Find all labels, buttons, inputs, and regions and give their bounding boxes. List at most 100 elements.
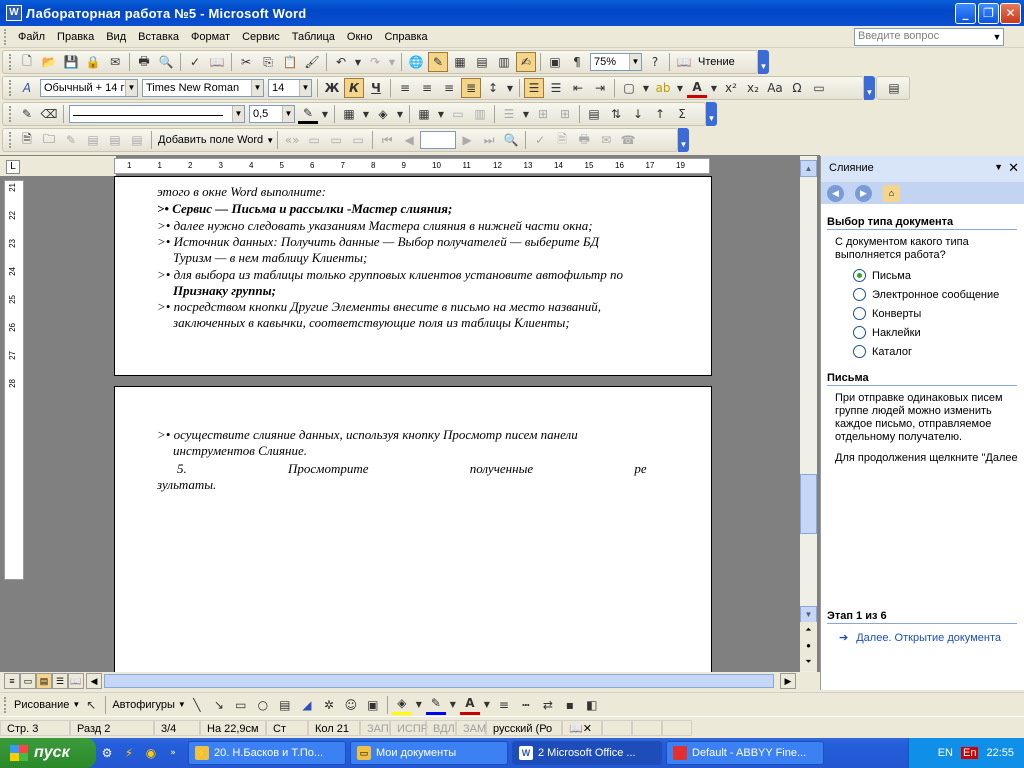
insert-table2-icon[interactable]: ▦ bbox=[414, 104, 434, 124]
align-cell-icon[interactable]: ☰ bbox=[499, 104, 519, 124]
align-center-icon[interactable]: ≡ bbox=[417, 78, 437, 98]
insert-greeting-icon[interactable]: ▤ bbox=[105, 130, 125, 150]
change-case-icon[interactable]: Aa bbox=[765, 78, 785, 98]
autosum-icon[interactable]: Σ bbox=[672, 104, 692, 124]
radio-dot[interactable] bbox=[853, 307, 866, 320]
superscript-icon[interactable]: x² bbox=[721, 78, 741, 98]
align-right-icon[interactable]: ≡ bbox=[439, 78, 459, 98]
shading-dropdown-icon[interactable]: ▼ bbox=[395, 104, 405, 124]
justify-icon[interactable]: ≣ bbox=[461, 78, 481, 98]
doc-line[interactable]: >• осуществите слияние данных, используя… bbox=[157, 427, 669, 443]
highlight-merge-fields-icon[interactable]: ▭ bbox=[304, 130, 324, 150]
doc-line[interactable]: Признаку группы; bbox=[173, 283, 276, 299]
browse-object-icon[interactable]: ● bbox=[800, 638, 817, 655]
style-select[interactable]: Обычный + 14 г ▼ bbox=[40, 79, 138, 97]
page-3[interactable]: этого в окне Word выполните: >• Сервис —… bbox=[114, 176, 712, 376]
line-icon[interactable]: ╲ bbox=[187, 695, 207, 715]
doc-line[interactable]: >• для выбора из таблицы только групповы… bbox=[157, 267, 623, 283]
autoshapes-button[interactable]: Автофигуры bbox=[109, 699, 178, 711]
line-weight-dropdown-icon[interactable]: ▼ bbox=[282, 106, 294, 122]
merge-new-doc-icon[interactable]: 🗎 bbox=[552, 130, 572, 150]
align-cell-dropdown-icon[interactable]: ▼ bbox=[521, 104, 531, 124]
font-dropdown-icon[interactable]: ▼ bbox=[251, 80, 263, 96]
symbol-icon[interactable]: Ω bbox=[787, 78, 807, 98]
radio-labels[interactable]: Наклейки bbox=[853, 326, 921, 339]
copy-icon[interactable]: ⎘ bbox=[258, 52, 278, 72]
insert-excel-icon[interactable]: ▤ bbox=[472, 52, 492, 72]
menu-table[interactable]: Таблица bbox=[286, 31, 341, 43]
next-step-label[interactable]: Далее. Открытие документа bbox=[856, 632, 1001, 645]
reading-icon[interactable]: 📖 bbox=[674, 52, 694, 72]
merge-printer-icon[interactable]: 🖶 bbox=[574, 130, 594, 150]
email-icon[interactable]: ✉ bbox=[105, 52, 125, 72]
print-view-icon[interactable]: ▤ bbox=[36, 673, 52, 689]
draw-menu-button[interactable]: Рисование bbox=[11, 699, 72, 711]
task-pane-menu-icon[interactable]: ▼ bbox=[994, 162, 1003, 172]
align-left-icon[interactable]: ≡ bbox=[395, 78, 415, 98]
help-icon[interactable]: ? bbox=[645, 52, 665, 72]
fill-color-dropdown-icon[interactable]: ▼ bbox=[414, 695, 424, 715]
first-record-icon[interactable]: ⏮ bbox=[377, 130, 397, 150]
vertical-scrollbar[interactable]: ▲ ▼ ⏶ ● ⏷ bbox=[800, 156, 817, 676]
status-rec[interactable]: ЗАП bbox=[360, 719, 390, 736]
doc-line[interactable]: этого в окне Word выполните: bbox=[157, 184, 326, 200]
redo-dropdown-icon[interactable]: ▼ bbox=[387, 52, 397, 72]
insert-table2-dropdown-icon[interactable]: ▼ bbox=[436, 104, 446, 124]
tab-selector-icon[interactable]: L bbox=[6, 160, 20, 174]
line-color-dropdown-icon[interactable]: ▼ bbox=[448, 695, 458, 715]
autoshapes-dropdown-icon[interactable]: ▼ bbox=[178, 700, 186, 709]
next-step-link[interactable]: ➔ Далее. Открытие документа bbox=[839, 632, 1024, 645]
hscroll-left-icon[interactable]: ◀ bbox=[86, 673, 102, 689]
menu-window[interactable]: Окно bbox=[341, 31, 379, 43]
status-ext[interactable]: ВДЛ bbox=[426, 719, 456, 736]
back-icon[interactable]: ◀ bbox=[827, 185, 844, 202]
radio-email[interactable]: Электронное сообщение bbox=[853, 288, 999, 301]
toolbar-options-icon[interactable]: ▼ bbox=[758, 50, 769, 74]
radio-letters[interactable]: Письма bbox=[853, 269, 911, 282]
view-merged-data-icon[interactable]: «» bbox=[282, 130, 302, 150]
dash-style-icon[interactable]: ┅ bbox=[516, 695, 536, 715]
status-ovr[interactable]: ЗАМ bbox=[456, 719, 486, 736]
open-data-source-icon[interactable]: 🗀 bbox=[39, 130, 59, 150]
styles-icon[interactable]: A bbox=[17, 78, 37, 98]
draw-font-color-dropdown-icon[interactable]: ▼ bbox=[482, 695, 492, 715]
draw-table-icon[interactable]: ✎ bbox=[17, 104, 37, 124]
undo-dropdown-icon[interactable]: ▼ bbox=[353, 52, 363, 72]
reading-view-icon[interactable]: 📖 bbox=[68, 673, 84, 689]
font-color-icon[interactable]: A bbox=[687, 78, 707, 98]
spelling-status-icon[interactable]: 📖✕ bbox=[562, 719, 602, 736]
quicklaunch-icon-1[interactable]: ⚙ bbox=[97, 743, 117, 763]
maximize-button[interactable]: ❐ bbox=[978, 3, 999, 24]
status-trk[interactable]: ИСПР bbox=[390, 719, 428, 736]
border-color-icon[interactable]: ✎ bbox=[298, 104, 318, 124]
distribute-cols-icon[interactable]: ⊞ bbox=[555, 104, 575, 124]
outside-border-dropdown-icon[interactable]: ▼ bbox=[361, 104, 371, 124]
radio-dot[interactable] bbox=[853, 326, 866, 339]
prev-record-icon[interactable]: ◀ bbox=[399, 130, 419, 150]
format-painter-icon[interactable]: 🖌 bbox=[302, 52, 322, 72]
doc-line[interactable]: зультаты. bbox=[157, 477, 216, 493]
quicklaunch-more-icon[interactable]: » bbox=[163, 743, 183, 763]
fill-color-icon[interactable]: ◈ bbox=[391, 695, 412, 715]
permission-icon[interactable]: 🔒 bbox=[83, 52, 103, 72]
print-preview-icon[interactable]: 🔍 bbox=[156, 52, 176, 72]
tables-borders-icon[interactable]: ✎ bbox=[428, 52, 448, 72]
minimize-button[interactable]: _ bbox=[955, 3, 976, 24]
menu-file[interactable]: Файл bbox=[12, 31, 51, 43]
stamp-icon[interactable]: ▭ bbox=[809, 78, 829, 98]
word-app-icon[interactable]: W bbox=[6, 5, 22, 21]
find-entry-icon[interactable]: 🔍 bbox=[501, 130, 521, 150]
help-dropdown-icon[interactable]: ▼ bbox=[990, 29, 1004, 45]
zoom-dropdown-icon[interactable]: ▼ bbox=[629, 54, 641, 70]
reveal-formatting-icon[interactable]: ▤ bbox=[884, 78, 904, 98]
highlight-icon[interactable]: ab bbox=[653, 78, 673, 98]
draw-dropdown-icon[interactable]: ▼ bbox=[72, 700, 80, 709]
style-dropdown-icon[interactable]: ▼ bbox=[125, 80, 137, 96]
start-button[interactable]: пуск bbox=[0, 738, 96, 768]
merge-email-icon[interactable]: ✉ bbox=[596, 130, 616, 150]
insert-word-field-dropdown-icon[interactable]: ▼ bbox=[266, 136, 274, 145]
line-style-select[interactable]: ▼ bbox=[69, 105, 245, 123]
sort-desc-icon[interactable]: ↑ bbox=[650, 104, 670, 124]
page-4[interactable]: >• осуществите слияние данных, используя… bbox=[114, 386, 712, 676]
radio-dot[interactable] bbox=[853, 269, 866, 282]
